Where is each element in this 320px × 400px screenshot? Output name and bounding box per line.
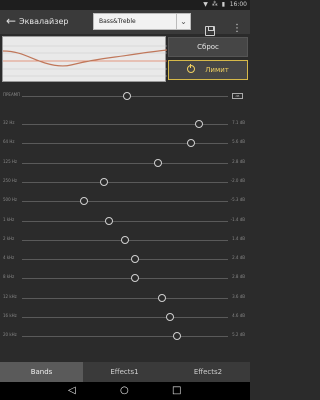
band-gain-label: 1.4 dB	[232, 235, 245, 241]
band-slider-track[interactable]	[22, 278, 228, 280]
preamp-slider-knob[interactable]	[123, 92, 132, 100]
status-time: 16:00	[229, 1, 247, 8]
band-slider-knob[interactable]	[153, 158, 162, 167]
band-gain-label: -5.3 dB	[230, 197, 245, 203]
nav-home-icon[interactable]: ○	[120, 385, 129, 397]
band-slider-knob[interactable]	[104, 216, 113, 225]
band-frequency-label: 32 Hz	[3, 120, 15, 125]
preamp-label: ПРЕАМП	[3, 92, 21, 97]
band-row: 500 Hz -5.3 dB	[0, 195, 250, 207]
navigation-bar: ◁ ○ □	[0, 382, 250, 400]
preamp-db-toggle[interactable]: dB	[232, 93, 243, 99]
chevron-down-icon[interactable]: ⌄	[176, 14, 190, 29]
band-slider-track[interactable]	[22, 143, 228, 145]
band-slider-knob[interactable]	[79, 197, 88, 206]
band-gain-label: 2.4 dB	[232, 255, 245, 261]
band-gain-label: 2.8 dB	[232, 274, 245, 280]
tab-effects1[interactable]: Effects1	[83, 362, 166, 382]
band-frequency-label: 250 Hz	[3, 177, 18, 183]
limit-label: Лимит	[205, 66, 229, 74]
band-slider-knob[interactable]	[158, 293, 167, 302]
band-gain-label: -2.0 dB	[230, 177, 245, 183]
page-title: Эквалайзер	[19, 17, 69, 26]
eq-curve-line	[3, 49, 167, 67]
band-slider-knob[interactable]	[131, 274, 140, 283]
band-slider-track[interactable]	[22, 162, 228, 164]
band-row: 2 kHz 1.4 dB	[0, 234, 250, 246]
band-slider-knob[interactable]	[121, 235, 129, 244]
band-slider-track[interactable]	[22, 317, 228, 318]
band-slider-track[interactable]	[22, 297, 228, 299]
preamp-row: ПРЕАМП dB	[0, 90, 250, 102]
preset-dropdown[interactable]: Bass&Treble ⌄	[93, 13, 191, 30]
band-row: 4 kHz 2.4 dB	[0, 253, 250, 265]
tab-bands[interactable]: Bands	[0, 362, 83, 382]
nav-recents-icon[interactable]: □	[172, 385, 181, 397]
band-row: 20 kHz 5.2 dB	[0, 330, 250, 342]
band-frequency-label: 8 kHz	[3, 274, 15, 280]
band-frequency-label: 2 kHz	[3, 235, 15, 241]
band-row: 64 Hz 5.6 dB	[0, 137, 250, 149]
band-slider-track[interactable]	[22, 201, 228, 203]
band-frequency-label: 12 kHz	[3, 293, 17, 299]
band-slider-track[interactable]	[22, 181, 228, 183]
band-gain-label: 7.1 dB	[232, 120, 245, 125]
band-row: 250 Hz -2.0 dB	[0, 176, 250, 188]
eq-curve-graph	[2, 36, 167, 82]
band-frequency-label: 125 Hz	[3, 158, 18, 164]
band-gain-label: 4.6 dB	[232, 313, 245, 318]
band-slider-track[interactable]	[22, 220, 228, 222]
limit-button[interactable]: Лимит	[168, 60, 248, 80]
band-slider-knob[interactable]	[166, 313, 175, 321]
eq-curve-svg	[3, 45, 167, 77]
save-icon[interactable]	[205, 26, 215, 36]
band-frequency-label: 500 Hz	[3, 197, 18, 203]
band-row: 12 kHz 3.6 dB	[0, 292, 250, 304]
band-slider-knob[interactable]	[195, 120, 204, 128]
overflow-menu-icon[interactable]: ⋮	[232, 24, 242, 34]
preset-value: Bass&Treble	[99, 18, 136, 25]
band-frequency-label: 16 kHz	[3, 313, 17, 318]
band-gain-label: 3.6 dB	[232, 293, 245, 299]
band-slider-track[interactable]	[22, 336, 228, 338]
band-slider-knob[interactable]	[100, 177, 109, 186]
band-frequency-label: 4 kHz	[3, 255, 15, 261]
band-row: 32 Hz 7.1 dB	[0, 118, 250, 130]
status-bar: ▼ ⁂ ▮ 16:00	[0, 0, 250, 10]
band-slider-knob[interactable]	[131, 255, 140, 264]
tab-bar: Bands Effects1 Effects2	[0, 362, 250, 382]
band-slider-knob[interactable]	[172, 332, 181, 341]
band-gain-label: -1.4 dB	[230, 216, 245, 222]
band-frequency-label: 1 kHz	[3, 216, 15, 222]
tab-effects2[interactable]: Effects2	[166, 362, 250, 382]
band-row: 125 Hz 2.8 dB	[0, 157, 250, 169]
nav-back-icon[interactable]: ◁	[68, 385, 76, 397]
band-row: 16 kHz 4.6 dB	[0, 311, 250, 323]
band-slider-knob[interactable]	[186, 139, 195, 148]
back-arrow-icon[interactable]: ←	[6, 14, 16, 28]
band-frequency-label: 20 kHz	[3, 332, 17, 338]
reset-button[interactable]: Сброс	[168, 37, 248, 57]
band-row: 1 kHz -1.4 dB	[0, 215, 250, 227]
status-icons: ▼ ⁂ ▮	[203, 1, 226, 8]
band-gain-label: 5.6 dB	[232, 139, 245, 145]
power-icon	[187, 64, 196, 73]
band-frequency-label: 64 Hz	[3, 139, 15, 145]
band-gain-label: 5.2 dB	[232, 332, 245, 338]
band-row: 8 kHz 2.8 dB	[0, 272, 250, 284]
band-gain-label: 2.8 dB	[232, 158, 245, 164]
band-slider-track[interactable]	[22, 259, 228, 261]
